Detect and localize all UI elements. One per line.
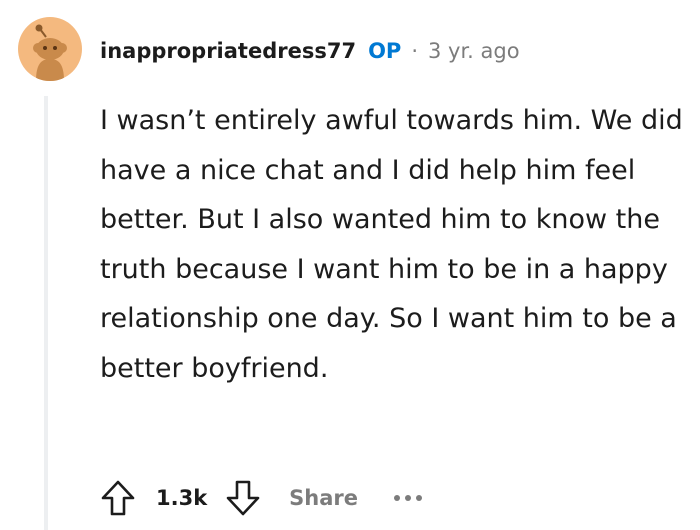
more-options-icon [405,495,412,501]
meta-separator: · [411,39,418,63]
comment-timestamp[interactable]: 3 yr. ago [428,39,520,63]
comment-thread-line[interactable] [44,96,48,530]
comment-action-bar: 1.3k Share [96,474,423,522]
vote-score: 1.3k [156,486,208,510]
upvote-arrow-icon [101,480,135,516]
more-options-icon [416,495,423,501]
comment-author[interactable]: inappropriatedress77 [100,39,356,63]
downvote-button[interactable] [221,474,265,522]
avatar[interactable] [18,17,82,81]
upvote-button[interactable] [96,474,140,522]
share-button[interactable]: Share [289,486,358,510]
comment-header: inappropriatedress77 OP · 3 yr. ago [100,34,520,68]
more-options-icon [394,495,401,501]
op-badge: OP [368,39,402,63]
comment-body: I wasn’t entirely awful towards him. We … [100,105,683,384]
downvote-arrow-icon [226,480,260,516]
more-options-button[interactable] [394,474,423,522]
snoo-avatar-icon [33,24,67,81]
